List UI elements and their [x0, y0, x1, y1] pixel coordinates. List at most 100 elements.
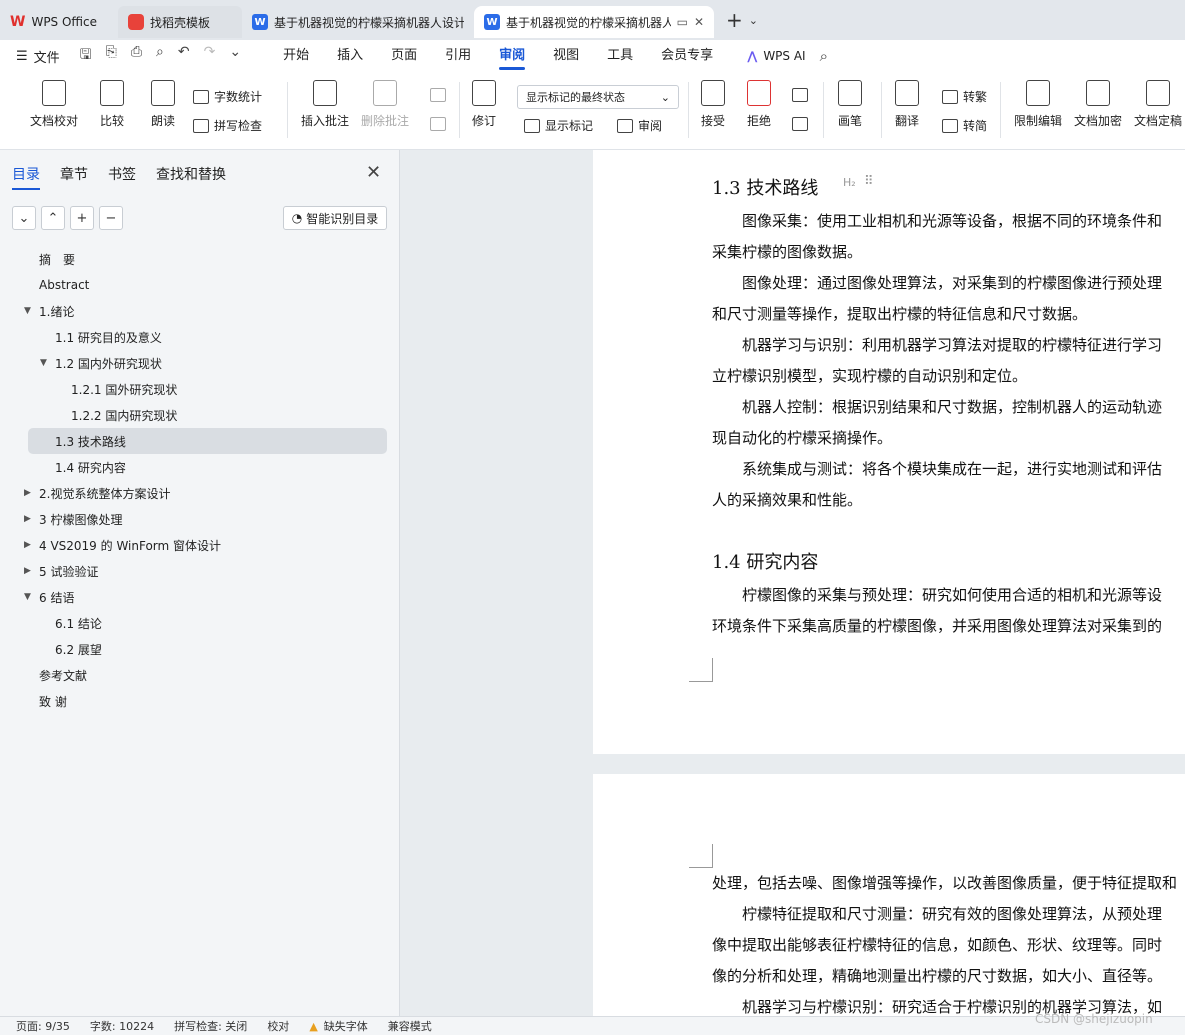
accept-button[interactable]: 接受: [701, 80, 725, 129]
close-icon[interactable]: ✕: [366, 162, 381, 183]
nav-tab-toc[interactable]: 目录: [12, 164, 40, 190]
word-count-button[interactable]: 字数统计: [193, 88, 262, 105]
collapse-chevron-up-icon[interactable]: ⌃: [41, 206, 65, 230]
finalize-button[interactable]: 文档定稿: [1134, 80, 1182, 129]
nav-tab-bookmarks[interactable]: 书签: [108, 164, 136, 184]
toc-item[interactable]: 1.2.1 国外研究现状: [28, 376, 387, 402]
toc-item[interactable]: ▶ 2.视觉系统整体方案设计: [24, 480, 387, 506]
tab-document-1[interactable]: W 基于机器视觉的柠檬采摘机器人设计: [242, 6, 474, 38]
caret-right-icon[interactable]: ▶: [24, 566, 31, 576]
tab-wps-office[interactable]: W WPS Office: [0, 6, 112, 38]
nav-tab-find-replace[interactable]: 查找和替换: [156, 164, 226, 184]
share-icon[interactable]: ⎘: [106, 44, 117, 68]
toc-item[interactable]: 摘 要: [28, 246, 387, 272]
encrypt-button[interactable]: 文档加密: [1074, 80, 1122, 129]
new-tab-plus-icon[interactable]: +: [726, 8, 743, 32]
doc-check-button[interactable]: 文档校对: [30, 80, 78, 129]
chevron-down-icon[interactable]: ⌄: [749, 14, 758, 27]
caret-right-icon[interactable]: ▶: [24, 488, 31, 498]
toc-item[interactable]: ▶ 4 VS2019 的 WinForm 窗体设计: [24, 532, 387, 558]
expand-chevron-down-icon[interactable]: ⌄: [12, 206, 36, 230]
prev-comment-button[interactable]: [430, 88, 446, 102]
caret-down-icon[interactable]: ▼: [40, 358, 47, 368]
toc-item[interactable]: 6.1 结论: [28, 610, 387, 636]
caret-down-icon[interactable]: ▼: [24, 592, 31, 602]
word-count-indicator[interactable]: 字数: 10224: [90, 1018, 154, 1034]
prev-change-button[interactable]: [792, 88, 808, 102]
smart-toc-button[interactable]: ◔ 智能识别目录: [283, 206, 387, 230]
body-text-line: 和尺寸测量等操作，提取出柠檬的特征信息和尺寸数据。: [712, 305, 1088, 323]
nav-tab-sections[interactable]: 章节: [60, 164, 88, 184]
proof-indicator[interactable]: 校对: [267, 1018, 289, 1034]
redo-icon[interactable]: ↷: [204, 44, 216, 68]
tab-review[interactable]: 审阅: [485, 40, 539, 72]
tab-daoke-templates[interactable]: 找稻壳模板: [118, 6, 242, 38]
read-aloud-button[interactable]: 朗读: [151, 80, 175, 129]
toc-item[interactable]: 1.4 研究内容: [28, 454, 387, 480]
caret-right-icon[interactable]: ▶: [24, 514, 31, 524]
caret-down-icon[interactable]: ▼: [24, 306, 31, 316]
spell-check-indicator[interactable]: 拼写检查: 关闭: [174, 1018, 247, 1034]
add-icon[interactable]: +: [70, 206, 94, 230]
hamburger-icon: ☰: [16, 48, 28, 64]
show-markup-button[interactable]: 显示标记: [524, 117, 593, 134]
missing-font-indicator[interactable]: 缺失字体: [324, 1018, 368, 1034]
tab-references[interactable]: 引用: [431, 40, 485, 72]
toc-item[interactable]: 6.2 展望: [28, 636, 387, 662]
toc-item[interactable]: ▶ 3 柠檬图像处理: [24, 506, 387, 532]
to-simplified-button[interactable]: 转简: [942, 117, 987, 134]
toc-item[interactable]: ▼ 1.绪论: [24, 298, 387, 324]
toc-item[interactable]: 参考文献: [28, 662, 387, 688]
tab-tools[interactable]: 工具: [593, 40, 647, 72]
toc-item[interactable]: 致 谢: [28, 688, 387, 714]
monitor-icon[interactable]: ▭: [677, 15, 688, 29]
spell-check-button[interactable]: 拼写检查: [193, 117, 262, 134]
pen-button[interactable]: 画笔: [838, 80, 862, 129]
body-text-line: 机器学习与识别：利用机器学习算法对提取的柠檬特征进行学习: [712, 336, 1163, 354]
delete-comment-button[interactable]: 删除批注: [361, 80, 409, 129]
drag-handle-icon[interactable]: ⠿: [864, 174, 874, 189]
wps-ai-button[interactable]: ⋀ WPS AI: [747, 49, 805, 63]
tab-view[interactable]: 视图: [539, 40, 593, 72]
close-tab-icon[interactable]: ✕: [694, 15, 704, 29]
toc-item[interactable]: ▶ 5 试验验证: [24, 558, 387, 584]
wps-logo-icon: W: [10, 14, 26, 30]
revise-button[interactable]: 修订: [472, 80, 496, 129]
restrict-edit-icon: [1026, 80, 1050, 106]
document-canvas[interactable]: H₂ ⠿ 1.3 技术路线 图像采集：使用工业相机和光源等设备，根据不同的环境条…: [400, 150, 1185, 1016]
body-text-line: 图像采集：使用工业相机和光源等设备，根据不同的环境条件和: [712, 212, 1163, 230]
tab-member[interactable]: 会员专享: [647, 40, 727, 72]
toc-item[interactable]: 1.2.2 国内研究现状: [28, 402, 387, 428]
tab-home[interactable]: 开始: [269, 40, 323, 72]
compare-button[interactable]: 比较: [100, 80, 124, 129]
insert-comment-button[interactable]: 插入批注: [301, 80, 349, 129]
markup-mode-select[interactable]: 显示标记的最终状态 ⌄: [517, 85, 679, 109]
tab-document-active[interactable]: W 基于机器视觉的柠檬采摘机器人 ▭ ✕: [474, 6, 714, 38]
translate-button[interactable]: 翻译: [895, 80, 919, 129]
save-icon[interactable]: 🖫: [80, 44, 92, 68]
next-comment-button[interactable]: [430, 117, 446, 131]
tab-page[interactable]: 页面: [377, 40, 431, 72]
review-pane-button[interactable]: 审阅: [617, 117, 662, 134]
print-icon[interactable]: ⎙: [131, 44, 142, 68]
reject-button[interactable]: 拒绝: [747, 80, 771, 129]
remove-icon[interactable]: −: [99, 206, 123, 230]
divider: [1000, 82, 1001, 138]
page-indicator[interactable]: 页面: 9/35: [16, 1018, 70, 1034]
next-change-button[interactable]: [792, 117, 808, 131]
toc-item[interactable]: 1.1 研究目的及意义: [28, 324, 387, 350]
toc-item[interactable]: ▼ 1.2 国内外研究现状: [28, 350, 387, 376]
toc-item[interactable]: 1.3 技术路线: [28, 428, 387, 454]
caret-right-icon[interactable]: ▶: [24, 540, 31, 550]
tab-insert[interactable]: 插入: [323, 40, 377, 72]
restrict-edit-button[interactable]: 限制编辑: [1014, 80, 1062, 129]
search-icon[interactable]: ⌕: [820, 47, 828, 65]
undo-icon[interactable]: ↶: [178, 44, 190, 68]
toc-item[interactable]: Abstract: [28, 272, 387, 298]
print-preview-icon[interactable]: ⌕: [156, 44, 164, 68]
to-traditional-button[interactable]: 转繁: [942, 88, 987, 105]
toc-item[interactable]: ▼ 6 结语: [24, 584, 387, 610]
writer-doc-icon: W: [252, 14, 268, 30]
file-menu[interactable]: ☰ 文件: [16, 47, 60, 66]
more-chevron-icon[interactable]: ⌄: [229, 44, 241, 68]
